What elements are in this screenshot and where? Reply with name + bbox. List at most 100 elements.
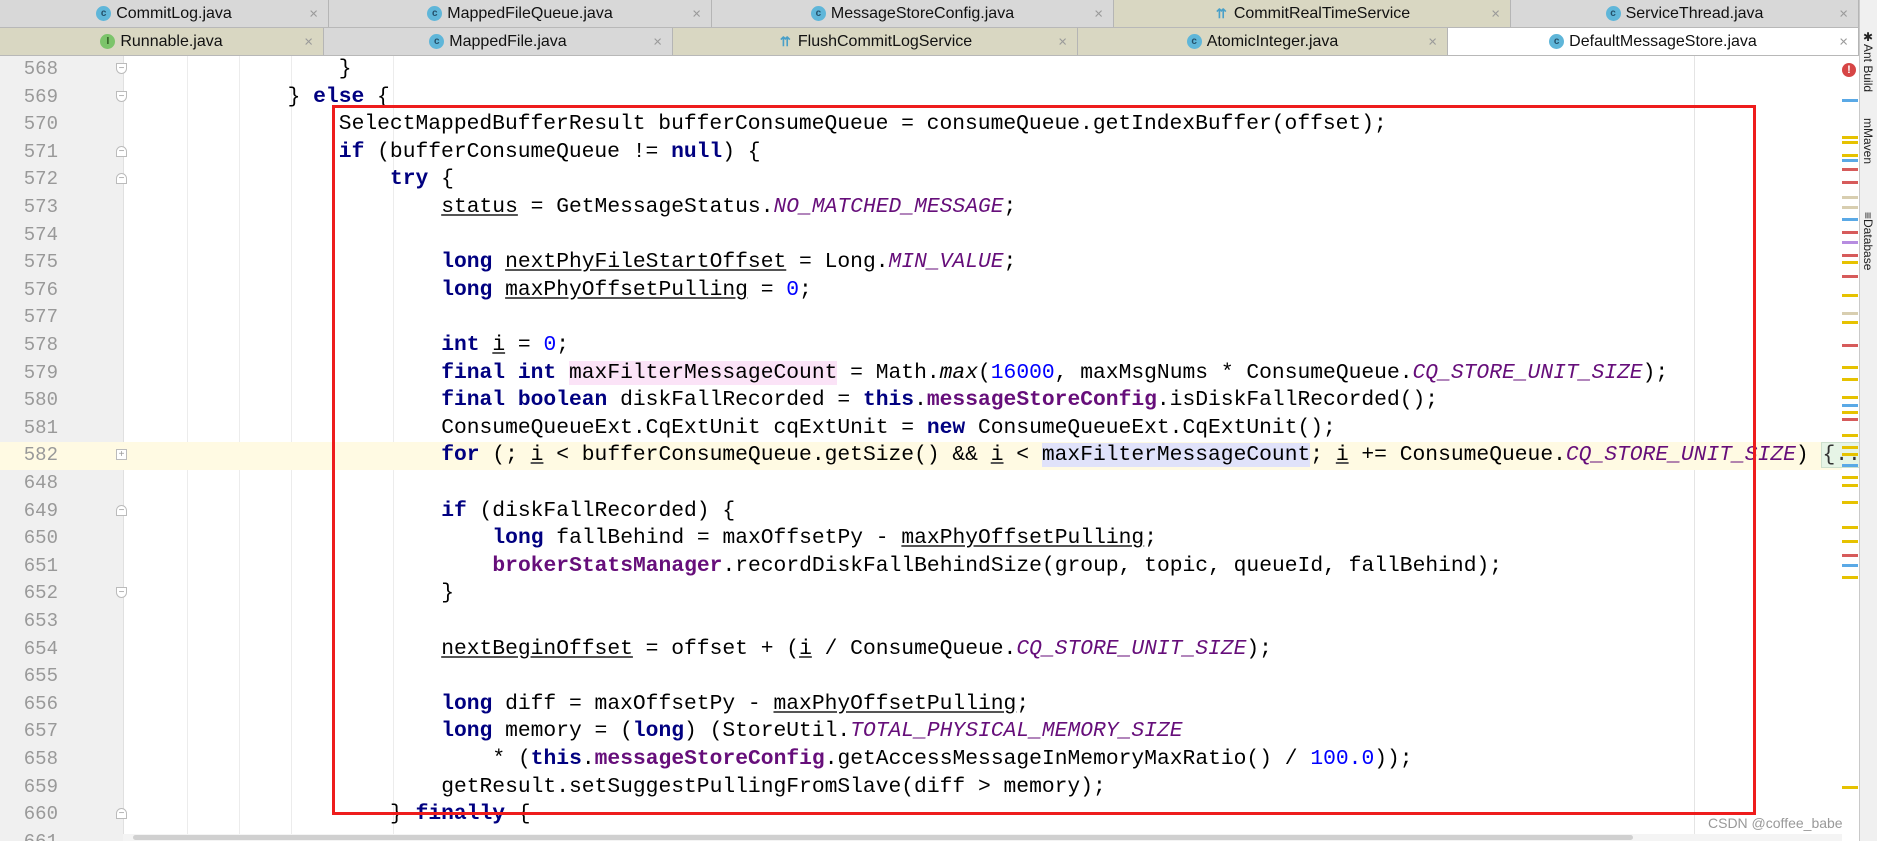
error-stripe-mark[interactable] <box>1842 453 1858 456</box>
line-number[interactable]: 654 <box>0 636 58 664</box>
line-number[interactable]: 573 <box>0 194 58 222</box>
code-line[interactable]: 654 nextBeginOffset = offset + (i / Consu… <box>0 636 1842 664</box>
line-number[interactable]: 569 <box>0 84 58 112</box>
code-line[interactable]: 658 * (this.messageStoreConfig.getAccessM… <box>0 746 1842 774</box>
tab-messagestoreconfig-java[interactable]: c MessageStoreConfig.java × <box>712 0 1114 27</box>
error-stripe-mark[interactable] <box>1842 540 1858 543</box>
error-stripe-mark[interactable] <box>1842 231 1858 234</box>
error-stripe-mark[interactable] <box>1842 241 1858 244</box>
line-number[interactable]: 661 <box>0 829 58 841</box>
error-stripe-mark[interactable] <box>1842 484 1858 487</box>
line-number[interactable]: 570 <box>0 111 58 139</box>
tab-mappedfile-java[interactable]: c MappedFile.java × <box>324 28 673 55</box>
code-line[interactable]: 580 final boolean diskFallRecorded = this… <box>0 387 1842 415</box>
line-number[interactable]: 653 <box>0 608 58 636</box>
code-line[interactable]: 653 <box>0 608 1842 636</box>
error-stripe-mark[interactable] <box>1842 434 1858 437</box>
close-tab-icon[interactable]: × <box>1491 5 1500 22</box>
error-stripe-mark[interactable] <box>1842 576 1858 579</box>
error-stripe-mark[interactable] <box>1842 181 1858 184</box>
line-number[interactable]: 575 <box>0 249 58 277</box>
line-number[interactable]: 579 <box>0 360 58 388</box>
line-number[interactable]: 657 <box>0 718 58 746</box>
close-tab-icon[interactable]: × <box>1839 33 1848 50</box>
error-stripe-mark[interactable] <box>1842 396 1858 399</box>
error-stripe-mark[interactable] <box>1842 254 1858 257</box>
scrollbar-thumb[interactable] <box>133 835 1633 840</box>
close-tab-icon[interactable]: × <box>1094 5 1103 22</box>
error-stripe-mark[interactable] <box>1842 378 1858 381</box>
code-line[interactable]: 574 <box>0 222 1842 250</box>
line-number[interactable]: 648 <box>0 470 58 498</box>
line-number[interactable]: 568 <box>0 56 58 84</box>
line-number[interactable]: 582 <box>0 442 58 470</box>
line-number[interactable]: 572 <box>0 166 58 194</box>
error-stripe-mark[interactable] <box>1842 786 1858 789</box>
tool-database[interactable]: ≡Database <box>1861 212 1875 270</box>
code-line[interactable]: 571 − if (bufferConsumeQueue != null) { <box>0 139 1842 167</box>
code-line[interactable]: 651 brokerStatsManager.recordDiskFallBehi… <box>0 553 1842 581</box>
code-line[interactable]: 576 long maxPhyOffsetPulling = 0; <box>0 277 1842 305</box>
horizontal-scrollbar[interactable] <box>123 834 1842 841</box>
error-stripe-mark[interactable] <box>1842 418 1858 421</box>
tab-runnable-java[interactable]: I Runnable.java × <box>0 28 324 55</box>
line-number[interactable]: 652 <box>0 580 58 608</box>
tab-atomicinteger-java[interactable]: c AtomicInteger.java × <box>1078 28 1448 55</box>
close-tab-icon[interactable]: × <box>1428 33 1437 50</box>
error-stripe-mark[interactable] <box>1842 446 1858 449</box>
code-line[interactable]: 582 + for (; i < bufferConsumeQueue.getSiz… <box>0 442 1859 470</box>
tab-commitlog-java[interactable]: c CommitLog.java × <box>0 0 329 27</box>
code-line[interactable]: 660−} finally { <box>0 801 1842 829</box>
collapse-fold-icon[interactable]: − <box>116 145 127 157</box>
code-line[interactable]: 657 long memory = (long) (StoreUtil.TOTAL… <box>0 718 1842 746</box>
code-line[interactable]: 572 − try { <box>0 166 1842 194</box>
close-tab-icon[interactable]: × <box>1058 33 1067 50</box>
tab-commitrealtimeservice[interactable]: ⇈ CommitRealTimeService × <box>1114 0 1511 27</box>
error-stripe-mark[interactable] <box>1842 404 1858 407</box>
error-stripe-mark[interactable] <box>1842 206 1858 209</box>
code-line[interactable]: 579 final int maxFilterMessageCount = Mat… <box>0 360 1842 388</box>
error-stripe-mark[interactable] <box>1842 196 1858 199</box>
tab-servicethread-java[interactable]: c ServiceThread.java × <box>1511 0 1859 27</box>
error-stripe-mark[interactable] <box>1842 218 1858 221</box>
code-line[interactable]: 569−} else { <box>0 84 1842 112</box>
collapse-fold-icon[interactable]: − <box>116 63 127 74</box>
error-stripe-mark[interactable] <box>1842 312 1858 315</box>
tool-ant-build[interactable]: ✱Ant Build <box>1861 30 1875 92</box>
code-line[interactable]: 656 long diff = maxOffsetPy - maxPhyOffse… <box>0 691 1842 719</box>
collapse-fold-icon[interactable]: − <box>116 173 127 185</box>
code-line[interactable]: 575 long nextPhyFileStartOffset = Long.MI… <box>0 249 1842 277</box>
close-tab-icon[interactable]: × <box>304 33 313 50</box>
error-stripe-mark[interactable] <box>1842 261 1858 264</box>
line-number[interactable]: 580 <box>0 387 58 415</box>
collapse-fold-icon[interactable]: − <box>116 504 127 516</box>
error-stripe-mark[interactable] <box>1842 411 1858 414</box>
error-stripe[interactable] <box>1842 56 1858 841</box>
code-line[interactable]: 648 <box>0 470 1842 498</box>
error-stripe-mark[interactable] <box>1842 464 1858 467</box>
code-line[interactable]: 652 −} <box>0 580 1842 608</box>
line-number[interactable]: 578 <box>0 332 58 360</box>
line-number[interactable]: 658 <box>0 746 58 774</box>
line-number[interactable]: 577 <box>0 304 58 332</box>
error-stripe-mark[interactable] <box>1842 501 1858 504</box>
line-number[interactable]: 576 <box>0 277 58 305</box>
line-number[interactable]: 660 <box>0 801 58 829</box>
expand-fold-icon[interactable]: + <box>116 449 127 461</box>
error-stripe-mark[interactable] <box>1842 554 1858 557</box>
error-stripe-mark[interactable] <box>1842 168 1858 171</box>
code-editor[interactable]: 568−} 569−} else {570 SelectMappedBufferRe… <box>0 56 1859 841</box>
collapse-fold-icon[interactable]: − <box>116 587 127 599</box>
error-stripe-mark[interactable] <box>1842 141 1858 144</box>
close-tab-icon[interactable]: × <box>653 33 662 50</box>
error-stripe-mark[interactable] <box>1842 99 1858 102</box>
code-line[interactable]: 578 int i = 0; <box>0 332 1842 360</box>
tool-maven[interactable]: mMaven <box>1861 118 1875 164</box>
line-number[interactable]: 659 <box>0 774 58 802</box>
code-line[interactable]: 573 status = GetMessageStatus.NO_MATCHED_… <box>0 194 1842 222</box>
collapse-fold-icon[interactable]: − <box>116 90 127 102</box>
error-stripe-mark[interactable] <box>1842 294 1858 297</box>
code-line[interactable]: 659 getResult.setSuggestPullingFromSlave(… <box>0 774 1842 802</box>
collapse-fold-icon[interactable]: − <box>116 808 127 820</box>
tab-defaultmessagestore-java[interactable]: c DefaultMessageStore.java × <box>1448 28 1859 55</box>
